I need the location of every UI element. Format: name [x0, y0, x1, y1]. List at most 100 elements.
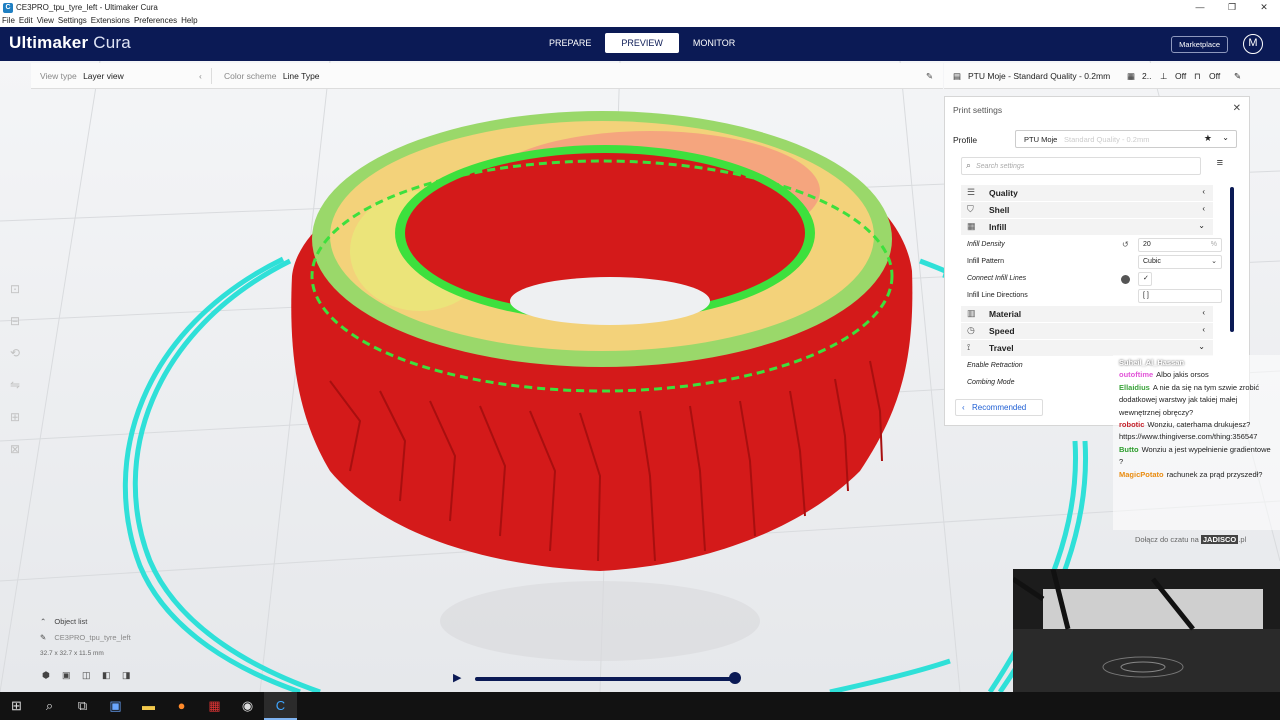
- tab-preview[interactable]: PREVIEW: [605, 33, 679, 53]
- chat-message: MagicPotato rachunek za prąd przyszedł?: [1119, 469, 1274, 481]
- setting-label: Enable Retraction: [967, 362, 1023, 369]
- menu-preferences[interactable]: Preferences: [134, 15, 177, 27]
- chat-text: rachunek za prąd przyszedł?: [1166, 469, 1263, 479]
- account-avatar[interactable]: M: [1243, 34, 1263, 54]
- category-label: Infill: [989, 222, 1007, 232]
- connect-infill-checkbox[interactable]: ✓: [1138, 272, 1152, 286]
- media-app-icon[interactable]: ▦: [198, 692, 231, 720]
- mirror-tool-icon[interactable]: ⇋: [0, 369, 30, 401]
- close-icon[interactable]: ✕: [1233, 103, 1241, 114]
- file-explorer-icon[interactable]: ▬: [132, 692, 165, 720]
- brand-product: Cura: [93, 33, 131, 52]
- object-list-label: Object list: [54, 617, 88, 626]
- slider-handle[interactable]: [729, 672, 741, 684]
- left-toolbar: ⊡ ⊟ ⟲ ⇋ ⊞ ⊠: [0, 273, 30, 465]
- infill-icon: ▦: [967, 221, 976, 231]
- profile-name: PTU Moje: [1024, 135, 1058, 144]
- left-view-icon[interactable]: ◧: [102, 670, 122, 681]
- recommended-button[interactable]: ‹ Recommended: [955, 399, 1043, 416]
- task-view-icon[interactable]: ⧉: [66, 692, 99, 720]
- print-setup-summary[interactable]: ▤ PTU Moje - Standard Quality - 0.2mm ▦ …: [944, 63, 1280, 89]
- per-model-settings-icon[interactable]: ⊞: [0, 401, 30, 433]
- camera-view-buttons: ⬢ ▣ ◫ ◧ ◨: [42, 670, 142, 681]
- webcam-overlay: [1013, 569, 1280, 692]
- chat-user: robotic: [1119, 420, 1145, 430]
- view-type-label: View type: [40, 71, 77, 81]
- move-tool-icon[interactable]: ⊡: [0, 273, 30, 305]
- view-type-selector[interactable]: View type Layer view: [40, 63, 124, 89]
- info-icon: [1121, 275, 1130, 284]
- layer-path-slider[interactable]: [475, 677, 735, 681]
- search-icon[interactable]: ⌕: [33, 692, 66, 720]
- chevron-down-icon: ⌄: [1198, 221, 1205, 230]
- setting-label: Infill Pattern: [967, 258, 1004, 265]
- menu-settings[interactable]: Settings: [58, 15, 87, 27]
- menu-edit[interactable]: Edit: [19, 15, 33, 27]
- setting-label: Connect Infill Lines: [967, 275, 1027, 282]
- category-material[interactable]: ▥ Material ‹: [961, 306, 1213, 322]
- search-settings-input[interactable]: ⌕ Search settings: [961, 157, 1201, 175]
- menu-bar: File Edit View Settings Extensions Prefe…: [0, 15, 1280, 27]
- pencil-icon[interactable]: ✎: [926, 63, 933, 89]
- front-view-icon[interactable]: ▣: [62, 670, 82, 681]
- color-scheme-selector[interactable]: Color scheme Line Type: [224, 63, 320, 89]
- maximize-button[interactable]: ❐: [1216, 0, 1248, 15]
- recommended-label: Recommended: [972, 403, 1027, 412]
- object-name-row[interactable]: ✎ CE3PRO_tpu_tyre_left: [40, 631, 131, 647]
- menu-file[interactable]: File: [2, 15, 15, 27]
- menu-help[interactable]: Help: [181, 15, 197, 27]
- rotate-tool-icon[interactable]: ⟲: [0, 337, 30, 369]
- material-icon: ▥: [967, 308, 976, 318]
- close-button[interactable]: ✕: [1248, 0, 1280, 15]
- profile-dropdown[interactable]: PTU Moje Standard Quality - 0.2mm ★ ⌄: [1015, 130, 1237, 148]
- firefox-icon[interactable]: ●: [165, 692, 198, 720]
- scale-tool-icon[interactable]: ⊟: [0, 305, 30, 337]
- chevron-left-icon[interactable]: ‹: [199, 63, 202, 89]
- windows-start-icon[interactable]: ⊞: [0, 692, 33, 720]
- chevron-down-icon: ⌄: [1222, 133, 1229, 142]
- category-label: Quality: [989, 188, 1018, 198]
- object-dimensions: 32.7 x 32.7 x 11.5 mm: [40, 650, 104, 657]
- play-icon[interactable]: ▶: [453, 671, 461, 684]
- tab-prepare[interactable]: PREPARE: [539, 33, 601, 53]
- window-titlebar: C CE3PRO_tpu_tyre_left - Ultimaker Cura …: [0, 0, 1280, 15]
- right-view-icon[interactable]: ◨: [122, 670, 142, 681]
- chevron-left-icon: ‹: [1202, 308, 1205, 317]
- chat-message: Butto Wonziu a jest wypełnienie gradiento…: [1119, 444, 1274, 469]
- tab-monitor[interactable]: MONITOR: [683, 33, 745, 53]
- reset-icon[interactable]: ↺: [1122, 240, 1129, 249]
- cura-app-icon: C: [3, 2, 13, 13]
- profile-summary: PTU Moje - Standard Quality - 0.2mm: [968, 71, 1111, 81]
- settings-scrollbar[interactable]: [1230, 187, 1234, 332]
- chevron-up-icon: ⌃: [40, 617, 47, 626]
- chat-text: Albo jakis orsos: [1156, 370, 1209, 380]
- chevron-left-icon: ‹: [1202, 187, 1205, 196]
- unit-label: %: [1210, 241, 1217, 248]
- panel-title: Print settings: [953, 105, 1003, 115]
- menu-view[interactable]: View: [37, 15, 54, 27]
- save-app-icon[interactable]: ▣: [99, 692, 132, 720]
- object-list-toggle[interactable]: ⌃ Object list: [40, 615, 131, 631]
- category-shell[interactable]: ⛉ Shell ‹: [961, 202, 1213, 218]
- infill-pattern-select[interactable]: Cubic ⌄: [1138, 255, 1222, 269]
- top-view-icon[interactable]: ◫: [82, 670, 102, 681]
- adhesion-icon: ⊓: [1194, 71, 1201, 81]
- marketplace-button[interactable]: Marketplace: [1171, 36, 1228, 53]
- chat-text: Wonziu a jest wypełnienie gradientowe ?: [1119, 444, 1271, 467]
- cura-taskbar-icon[interactable]: C: [264, 692, 297, 720]
- menu-extensions[interactable]: Extensions: [91, 15, 130, 27]
- infill-directions-input[interactable]: [ ]: [1138, 289, 1222, 303]
- category-speed[interactable]: ◷ Speed ‹: [961, 323, 1213, 339]
- steam-icon[interactable]: ◉: [231, 692, 264, 720]
- chat-user: outoftime: [1119, 370, 1154, 380]
- category-infill[interactable]: ▦ Infill ⌄: [961, 219, 1213, 235]
- star-icon[interactable]: ★: [1204, 133, 1212, 144]
- category-quality[interactable]: ☰ Quality ‹: [961, 185, 1213, 201]
- minimize-button[interactable]: —: [1184, 0, 1216, 15]
- support-blocker-icon[interactable]: ⊠: [0, 433, 30, 465]
- 3d-view-icon[interactable]: ⬢: [42, 670, 62, 681]
- infill-density-input[interactable]: 20 %: [1138, 238, 1222, 252]
- settings-menu-icon[interactable]: ≡: [1217, 157, 1223, 169]
- chat-user: Ellaidius: [1119, 382, 1150, 392]
- category-travel[interactable]: ⟟ Travel ⌄: [961, 340, 1213, 356]
